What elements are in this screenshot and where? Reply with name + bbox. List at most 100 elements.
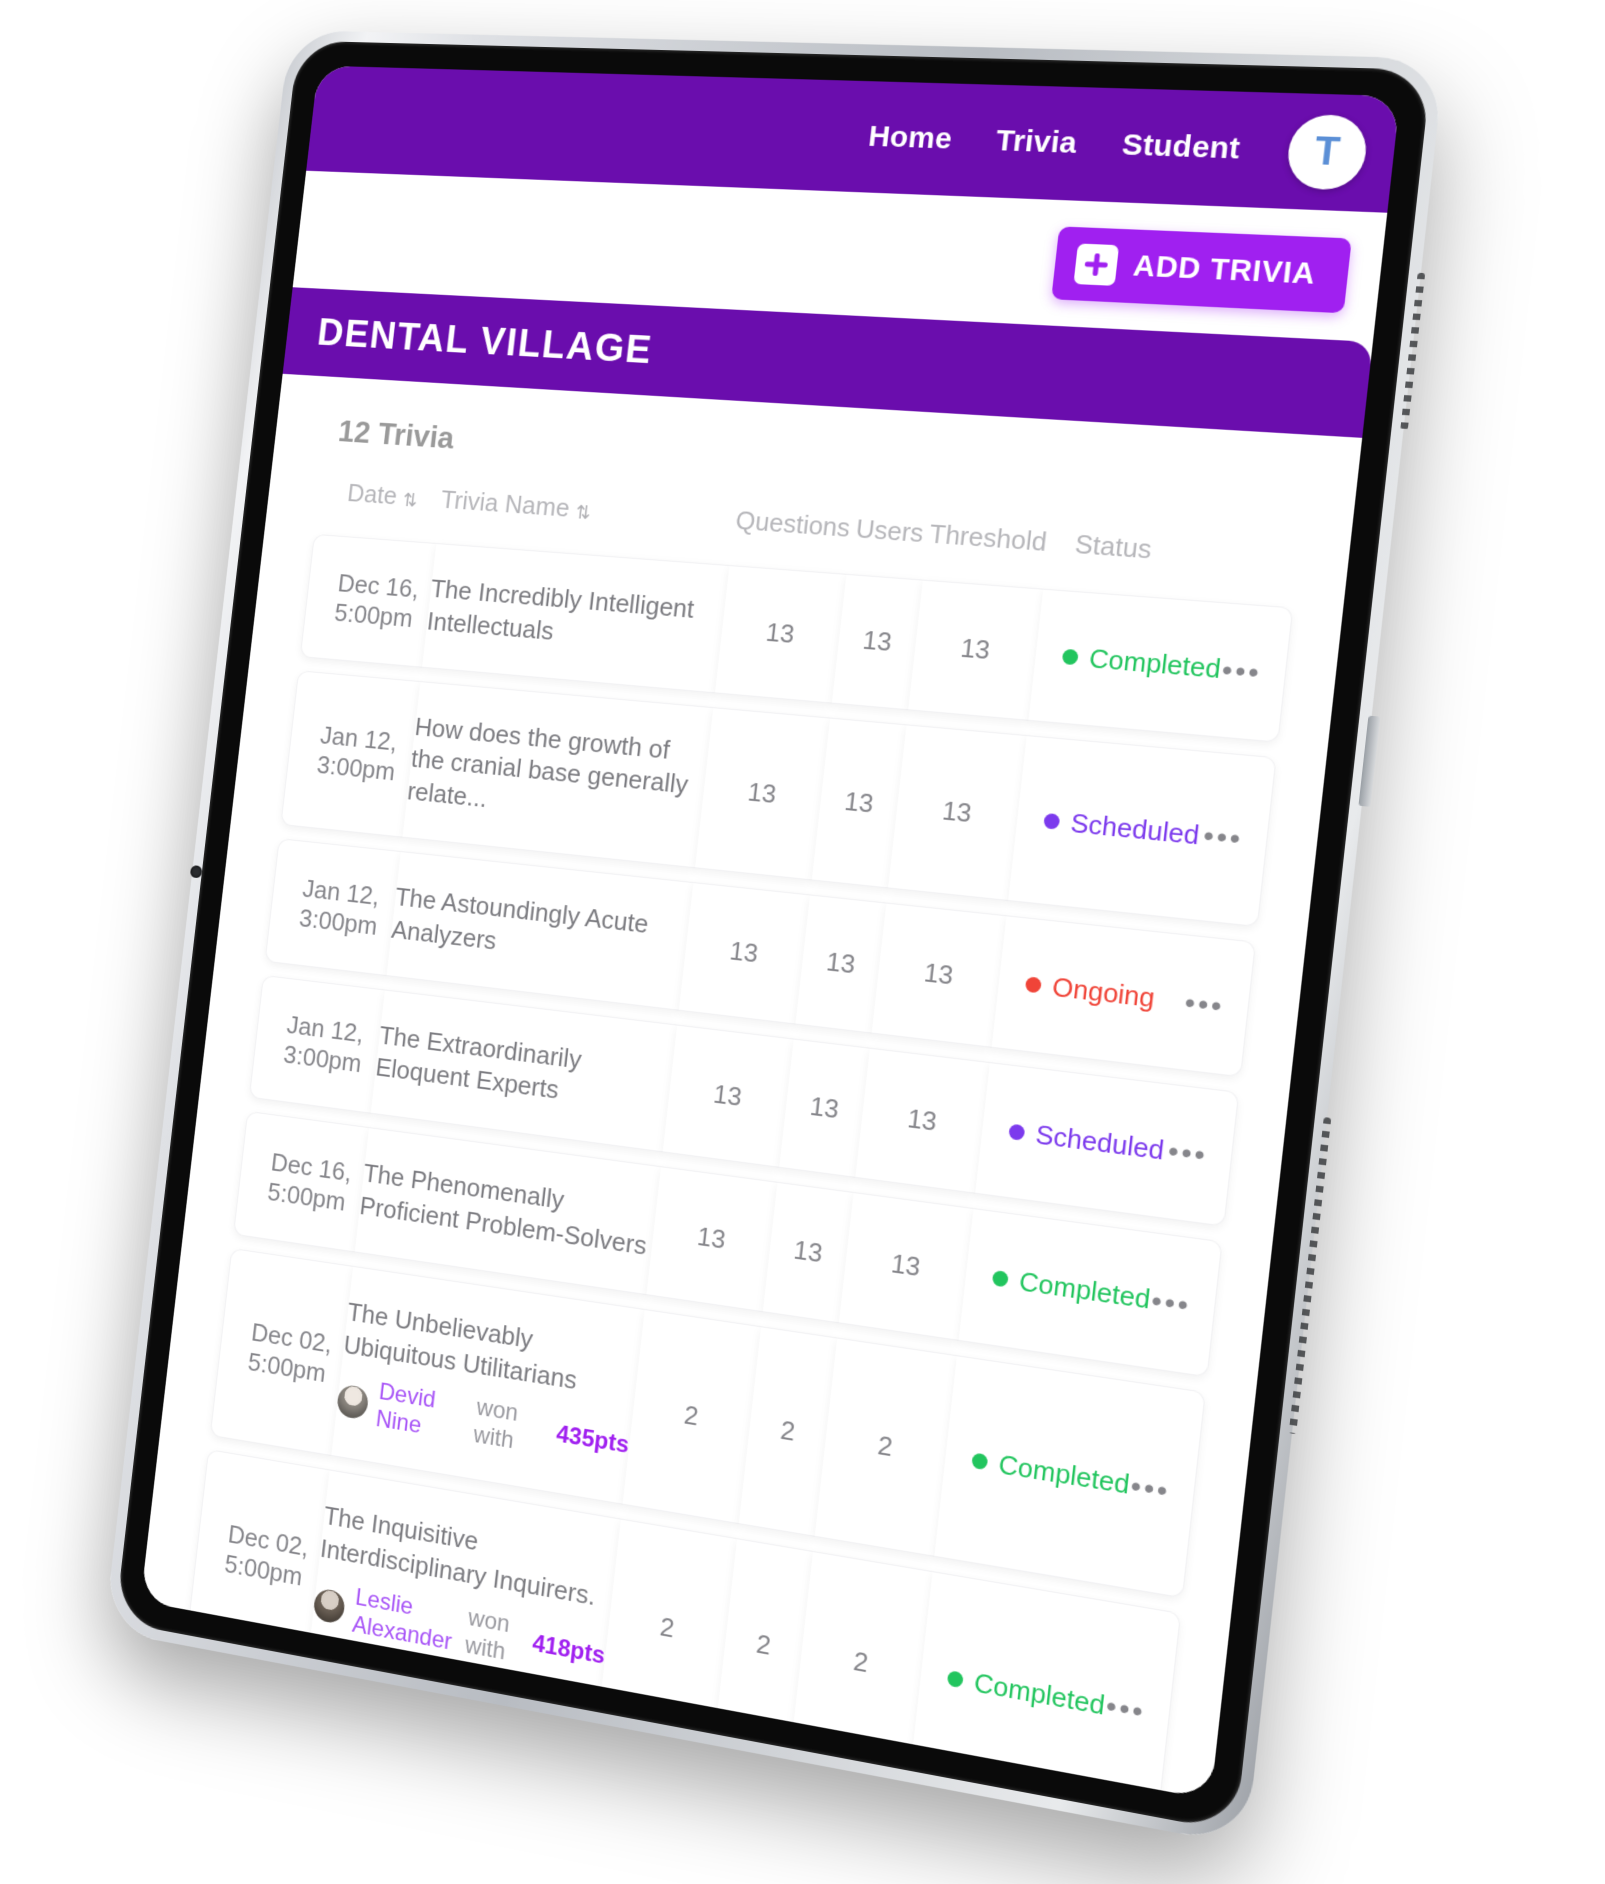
cell-trivia-name: The Inquisitive Interdisciplinary Inquir… — [307, 1469, 621, 1716]
trivia-name-text: The Extraordinarily Eloquent Experts — [374, 1019, 584, 1105]
status-wrapper: Ongoing ••• — [1024, 968, 1249, 1025]
cell-trivia-name: How does the growth of the cranial base … — [402, 680, 713, 869]
trivia-name-text: The Astoundingly Acute Analyzers — [390, 881, 651, 956]
row-menu-icon[interactable]: ••• — [1104, 1689, 1147, 1728]
winner-connector-text: won with — [472, 1394, 520, 1455]
status-wrapper: Scheduled ••• — [1042, 805, 1268, 858]
row-menu-icon[interactable]: ••• — [1220, 653, 1263, 688]
cell-status: Completed ••• — [934, 1354, 1206, 1599]
page-title: DENTAL VILLAGE — [315, 310, 655, 372]
trivia-table: Date ⇅ Trivia Name ⇅ Questions Users Thres… — [141, 454, 1353, 1800]
add-trivia-label: ADD TRIVIA — [1131, 249, 1318, 291]
column-header-status: Status — [1073, 528, 1154, 565]
row-menu-icon[interactable]: ••• — [1202, 819, 1245, 855]
cell-trivia-name: The Extraordinarily Eloquent Experts — [370, 989, 677, 1153]
trivia-list-panel: 12 Trivia Date ⇅ Trivia Name ⇅ Questions… — [140, 373, 1363, 1800]
status-label: Scheduled — [1069, 807, 1201, 851]
status-label: Completed — [1087, 643, 1223, 685]
cell-users: 2 — [714, 1538, 813, 1752]
cell-status: Scheduled ••• — [1008, 734, 1277, 928]
cell-questions: 2 — [622, 1308, 762, 1525]
status-label: Scheduled — [1034, 1118, 1166, 1166]
nav-item-student[interactable]: Student — [1120, 128, 1242, 167]
cell-questions: 13 — [694, 706, 831, 881]
column-label-date: Date — [345, 478, 399, 511]
status-dot-icon — [1043, 812, 1061, 830]
cell-questions: 13 — [662, 1024, 794, 1168]
column-label-name: Trivia Name — [439, 484, 572, 523]
add-trivia-button[interactable]: ADD TRIVIA — [1051, 226, 1352, 314]
nav-item-trivia[interactable]: Trivia — [994, 124, 1079, 161]
tablet-bezel: Home Trivia Student T ADD TRIVIA DENTAL … — [115, 40, 1432, 1833]
status-dot-icon — [1008, 1123, 1026, 1141]
winner-connector-text: won with — [463, 1604, 512, 1666]
cell-date: Dec 16, 5:00pm — [233, 1111, 369, 1253]
row-menu-icon[interactable]: ••• — [1129, 1469, 1172, 1507]
row-menu-icon[interactable]: ••• — [1150, 1284, 1193, 1322]
row-menu-icon[interactable]: ••• — [1167, 1135, 1210, 1172]
cell-users: 13 — [762, 1181, 854, 1324]
status-badge: Scheduled — [1042, 805, 1201, 852]
table-row[interactable]: Dec 02, 5:00pm The Inquisitive Interdisci… — [186, 1449, 1182, 1800]
column-header-questions: Questions — [734, 504, 852, 543]
status-wrapper: Completed ••• — [991, 1262, 1216, 1325]
status-badge: Ongoing — [1024, 968, 1156, 1014]
cell-trivia-name: The Astoundingly Acute Analyzers — [386, 851, 693, 1011]
status-wrapper: Scheduled ••• — [1007, 1115, 1232, 1175]
trivia-table-body: Dec 16, 5:00pm The Incredibly Intelligent… — [186, 533, 1294, 1800]
sort-icon-date[interactable]: ⇅ — [402, 490, 419, 511]
status-dot-icon — [1061, 649, 1079, 666]
cell-date: Dec 02, 5:00pm — [209, 1247, 353, 1457]
cell-date: Dec 16, 5:00pm — [299, 533, 437, 668]
plus-icon — [1073, 243, 1120, 286]
status-label: Completed — [972, 1666, 1107, 1721]
trivia-name-text: The Incredibly Intelligent Intellectuals — [425, 573, 696, 646]
winner-avatar-icon — [335, 1383, 370, 1421]
status-badge: Completed — [970, 1444, 1131, 1501]
cell-threshold: 13 — [907, 579, 1044, 721]
cell-questions: 13 — [645, 1166, 778, 1312]
status-wrapper: Completed ••• — [970, 1444, 1195, 1511]
cell-questions: 2 — [598, 1518, 738, 1738]
cell-threshold: 2 — [814, 1337, 957, 1558]
column-header-threshold: Threshold — [927, 518, 1049, 558]
cell-status: Completed ••• — [909, 1571, 1182, 1800]
cell-trivia-name: The Unbelievably Ubiquitous Utilitarians… — [330, 1265, 645, 1505]
status-dot-icon — [1024, 976, 1042, 994]
status-dot-icon — [971, 1452, 989, 1471]
status-wrapper: Completed ••• — [1061, 641, 1287, 691]
status-dot-icon — [946, 1669, 964, 1688]
winner-name[interactable]: Leslie Alexander — [351, 1584, 460, 1657]
tablet-device: Home Trivia Student T ADD TRIVIA DENTAL … — [104, 30, 1445, 1847]
sort-icon-name[interactable]: ⇅ — [574, 503, 591, 524]
cell-status: Ongoing ••• — [991, 915, 1257, 1077]
cell-threshold: 13 — [838, 1192, 974, 1341]
status-label: Completed — [997, 1448, 1132, 1501]
status-wrapper: Completed ••• — [946, 1662, 1171, 1734]
cell-status: Completed ••• — [958, 1208, 1223, 1378]
avatar[interactable]: T — [1284, 113, 1370, 191]
status-dot-icon — [991, 1270, 1009, 1288]
cell-date: Jan 12, 3:00pm — [248, 974, 385, 1114]
cell-threshold: 13 — [854, 1047, 990, 1194]
cell-status: Completed ••• — [1028, 588, 1294, 743]
nav-links: Home Trivia Student — [867, 120, 1242, 167]
row-menu-icon[interactable]: ••• — [1183, 986, 1226, 1023]
cell-date: Jan 12, 3:00pm — [264, 838, 401, 976]
cell-trivia-name: The Phenomenally Proficient Problem-Solv… — [354, 1127, 661, 1295]
cell-users: 13 — [779, 1038, 870, 1178]
power-button[interactable] — [1358, 715, 1381, 808]
status-label: Completed — [1017, 1265, 1152, 1316]
cell-users: 13 — [811, 717, 907, 889]
trivia-name-text: How does the growth of the cranial base … — [405, 711, 690, 814]
nav-item-home[interactable]: Home — [867, 120, 954, 157]
column-header-date[interactable]: Date ⇅ — [316, 470, 444, 529]
winner-name[interactable]: Devid Nine — [374, 1379, 468, 1448]
column-header-name[interactable]: Trivia Name ⇅ — [438, 479, 737, 551]
status-badge: Completed — [946, 1662, 1107, 1722]
status-badge: Completed — [1061, 641, 1223, 686]
tablet-screen: Home Trivia Student T ADD TRIVIA DENTAL … — [140, 65, 1401, 1800]
winner-points: 418pts — [531, 1629, 607, 1670]
trivia-name-text: The Phenomenally Proficient Problem-Solv… — [358, 1158, 649, 1261]
cell-users: 13 — [795, 894, 887, 1034]
